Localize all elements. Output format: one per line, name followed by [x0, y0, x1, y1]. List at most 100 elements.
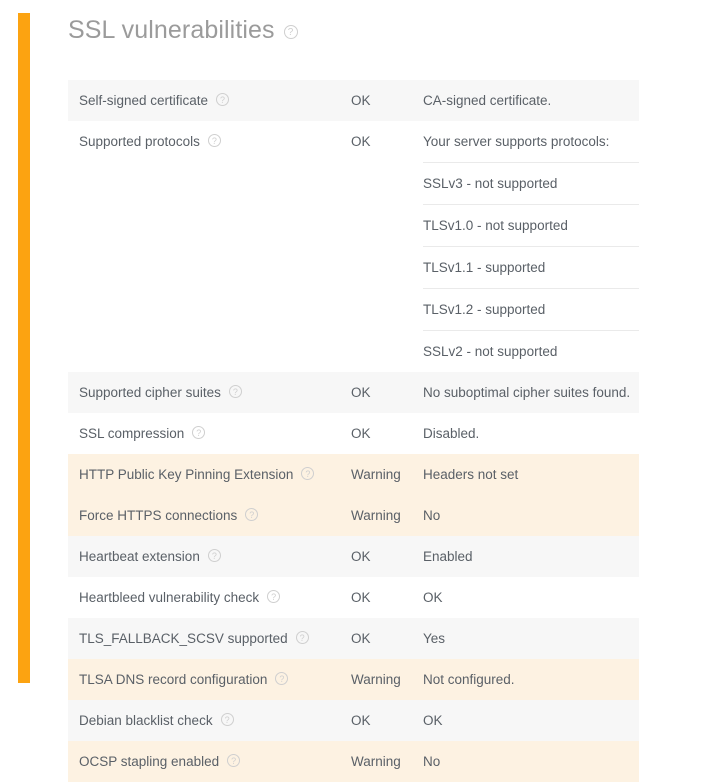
check-value-list: Disabled.: [423, 413, 639, 454]
check-name-wrapper: Supported cipher suites?: [79, 383, 343, 402]
help-circle-icon[interactable]: ?: [245, 508, 259, 521]
check-name-cell: TLS_FALLBACK_SCSV supported?: [68, 618, 351, 659]
check-value-line: No: [423, 508, 441, 523]
orange-accent-bar: [18, 13, 30, 683]
check-value-list: Not configured.: [423, 659, 639, 700]
check-value-list: Yes: [423, 618, 639, 659]
page-title-text: SSL vulnerabilities: [68, 16, 275, 44]
check-name-cell: Force HTTPS connections?: [68, 495, 351, 536]
check-value-list: Headers not set: [423, 454, 639, 495]
check-name-cell: TLSA DNS record configuration?: [68, 659, 351, 700]
check-name-label: TLSA DNS record configuration: [79, 672, 268, 687]
ssl-vulnerabilities-page: SSL vulnerabilities ? Self-signed certif…: [0, 0, 711, 782]
help-circle-icon[interactable]: ?: [227, 754, 241, 767]
help-circle-icon[interactable]: ?: [216, 93, 230, 106]
check-value-cell: No: [423, 741, 639, 782]
help-circle-icon[interactable]: ?: [295, 631, 309, 644]
check-name-wrapper: HTTP Public Key Pinning Extension?: [79, 465, 343, 484]
check-name-wrapper: Self-signed certificate?: [79, 91, 343, 110]
check-value-line: TLSv1.2 - supported: [423, 288, 639, 330]
check-value-cell: No: [423, 495, 639, 536]
check-name-wrapper: Debian blacklist check?: [79, 711, 343, 730]
check-value-list: CA-signed certificate.: [423, 80, 639, 121]
check-value-line: SSLv2 - not supported: [423, 330, 639, 372]
check-name-wrapper: TLSA DNS record configuration?: [79, 670, 343, 689]
check-name-label: Self-signed certificate: [79, 93, 209, 108]
help-circle-icon[interactable]: ?: [267, 590, 281, 603]
help-circle-icon[interactable]: ?: [207, 134, 221, 147]
check-name-wrapper: SSL compression?: [79, 424, 343, 443]
status-badge: Warning: [351, 508, 401, 523]
check-value-line: OK: [423, 713, 443, 728]
status-badge: Warning: [351, 467, 401, 482]
check-name-label: Supported cipher suites: [79, 385, 221, 400]
check-name-cell: Supported protocols?: [68, 121, 351, 372]
check-value-line: No suboptimal cipher suites found.: [423, 385, 631, 400]
check-value-line: Disabled.: [423, 426, 480, 441]
help-circle-icon[interactable]: ?: [207, 549, 221, 562]
check-value-line: CA-signed certificate.: [423, 93, 552, 108]
table-row: Debian blacklist check? OK OK: [68, 700, 639, 741]
check-value-line: TLSv1.0 - not supported: [423, 204, 639, 246]
check-value-list: Enabled: [423, 536, 639, 577]
status-badge: OK: [351, 631, 371, 646]
check-value-list: OK: [423, 700, 639, 741]
help-circle-icon[interactable]: ?: [228, 385, 242, 398]
check-value-cell: CA-signed certificate.: [423, 80, 639, 121]
status-badge: OK: [351, 134, 371, 149]
check-value-cell: Not configured.: [423, 659, 639, 700]
check-value-list: No: [423, 741, 639, 782]
status-badge: OK: [351, 549, 371, 564]
check-name-label: SSL compression: [79, 426, 185, 441]
check-value-line: Headers not set: [423, 467, 519, 482]
check-value-list: Your server supports protocols: SSLv3 - n…: [423, 121, 639, 372]
check-value-list: No: [423, 495, 639, 536]
check-value-cell: Your server supports protocols: SSLv3 - n…: [423, 121, 639, 372]
status-badge: OK: [351, 385, 371, 400]
check-name-wrapper: Force HTTPS connections?: [79, 506, 343, 525]
check-name-label: OCSP stapling enabled: [79, 754, 220, 769]
check-name-label: Force HTTPS connections: [79, 508, 238, 523]
table-row: OCSP stapling enabled? Warning No: [68, 741, 639, 782]
help-circle-icon[interactable]: ?: [220, 713, 234, 726]
status-badge: Warning: [351, 754, 401, 769]
page-title: SSL vulnerabilities ?: [68, 14, 298, 46]
status-badge: OK: [351, 426, 371, 441]
check-name-wrapper: Heartbleed vulnerability check?: [79, 588, 343, 607]
check-value-line: Enabled: [423, 549, 473, 564]
check-name-wrapper: Supported protocols?: [79, 132, 343, 151]
check-value-cell: Headers not set: [423, 454, 639, 495]
help-circle-icon[interactable]: ?: [283, 25, 298, 39]
status-badge: OK: [351, 713, 371, 728]
status-badge: OK: [351, 93, 371, 108]
table-row: TLS_FALLBACK_SCSV supported? OK Yes: [68, 618, 639, 659]
check-value-line: SSLv3 - not supported: [423, 162, 639, 204]
table-row: HTTP Public Key Pinning Extension? Warnin…: [68, 454, 639, 495]
table-row: Supported protocols? OK Your server suppor…: [68, 121, 639, 372]
check-name-wrapper: OCSP stapling enabled?: [79, 752, 343, 771]
check-value-cell: Enabled: [423, 536, 639, 577]
check-value-line: Your server supports protocols:: [423, 134, 610, 149]
check-name-cell: HTTP Public Key Pinning Extension?: [68, 454, 351, 495]
check-name-label: Heartbeat extension: [79, 549, 200, 564]
check-name-cell: Debian blacklist check?: [68, 700, 351, 741]
check-name-label: HTTP Public Key Pinning Extension: [79, 467, 294, 482]
help-circle-icon[interactable]: ?: [192, 426, 206, 439]
table-body: Self-signed certificate? OK CA-signed cert…: [68, 80, 639, 782]
check-value-cell: Yes: [423, 618, 639, 659]
help-circle-icon[interactable]: ?: [301, 467, 315, 480]
check-name-label: Heartbleed vulnerability check: [79, 590, 260, 605]
check-name-cell: Supported cipher suites?: [68, 372, 351, 413]
check-name-wrapper: Heartbeat extension?: [79, 547, 343, 566]
check-value-cell: OK: [423, 700, 639, 741]
table-row: Heartbeat extension? OK Enabled: [68, 536, 639, 577]
check-value-line: No: [423, 754, 441, 769]
check-value-line: Yes: [423, 631, 446, 646]
help-circle-icon[interactable]: ?: [275, 672, 289, 685]
check-value-line: OK: [423, 590, 443, 605]
table-row: Force HTTPS connections? Warning No: [68, 495, 639, 536]
check-value-list: OK: [423, 577, 639, 618]
check-name-label: TLS_FALLBACK_SCSV supported: [79, 631, 288, 646]
check-name-cell: Heartbeat extension?: [68, 536, 351, 577]
check-name-cell: OCSP stapling enabled?: [68, 741, 351, 782]
